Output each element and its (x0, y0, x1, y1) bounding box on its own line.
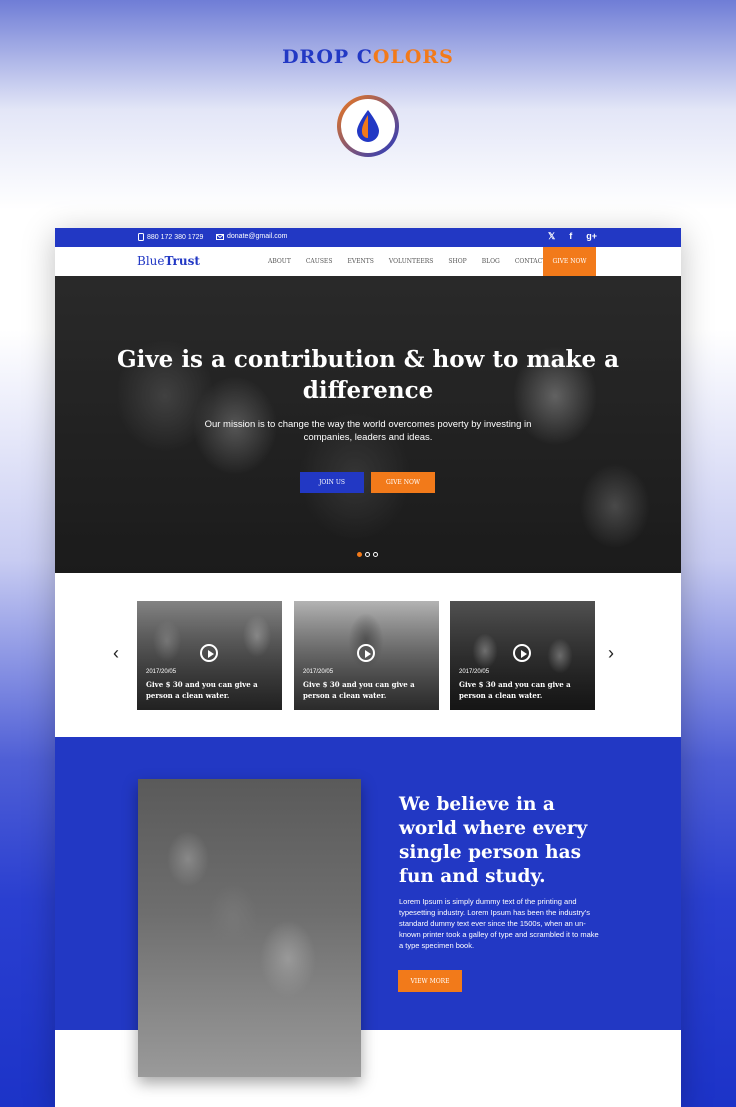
logo-bold: Trust (164, 254, 200, 268)
play-icon[interactable] (200, 644, 218, 662)
site-logo[interactable]: BlueTrust (137, 254, 200, 268)
nav-item-blog[interactable]: BLOG (482, 258, 500, 265)
video-date: 2017/20/05 (459, 669, 490, 675)
title-part-olors: OLORS (372, 46, 454, 68)
social-links: 𝕏 f g+ (548, 231, 597, 242)
slider-dots (357, 552, 378, 557)
slider-dot-2[interactable] (365, 552, 370, 557)
top-bar: 880 172 380 1729 donate@gmail.com 𝕏 f g+ (55, 228, 681, 247)
nav-item-shop[interactable]: SHOP (448, 258, 466, 265)
water-drop-logo-icon (337, 95, 399, 157)
phone-number: 880 172 380 1729 (147, 233, 204, 241)
hero-give-now-button[interactable]: GIVE NOW (371, 472, 435, 493)
video-caption: Give $ 30 and you can give a person a cl… (303, 680, 415, 700)
video-caption: Give $ 30 and you can give a person a cl… (459, 680, 571, 700)
play-icon[interactable] (513, 644, 531, 662)
video-card[interactable]: 2017/20/05 Give $ 30 and you can give a … (137, 601, 282, 710)
nav-item-about[interactable]: ABOUT (268, 258, 291, 265)
twitter-icon[interactable]: 𝕏 (548, 231, 555, 242)
hero-title: Give is a contribution & how to make a d… (116, 346, 620, 404)
hero-subtitle: Our mission is to change the way the wor… (204, 419, 532, 443)
slider-dot-3[interactable] (373, 552, 378, 557)
nav-item-causes[interactable]: CAUSES (306, 258, 333, 265)
chevron-right-icon[interactable]: › (608, 643, 614, 664)
play-icon[interactable] (357, 644, 375, 662)
video-card[interactable]: 2017/20/05 Give $ 30 and you can give a … (294, 601, 439, 710)
nav-item-volunteers[interactable]: VOLUNTEERS (389, 258, 434, 265)
title-part-drop-c: DROP C (282, 46, 373, 68)
main-navigation: BlueTrust ABOUT CAUSES EVENTS VOLUNTEERS… (55, 247, 681, 277)
about-body: Lorem Ipsum is simply dummy text of the … (399, 897, 599, 950)
logo-regular: Blue (137, 254, 165, 268)
chevron-left-icon[interactable]: ‹ (113, 643, 119, 664)
email-address: donate@gmail.com (227, 233, 288, 240)
nav-menu: ABOUT CAUSES EVENTS VOLUNTEERS SHOP BLOG… (268, 258, 546, 265)
google-plus-icon[interactable]: g+ (586, 231, 597, 242)
hero-banner: Give is a contribution & how to make a d… (55, 276, 681, 573)
facebook-icon[interactable]: f (569, 231, 572, 242)
phone-icon (138, 233, 144, 241)
mail-icon (216, 233, 224, 240)
join-us-button[interactable]: JOIN US (300, 472, 364, 493)
nav-give-now-button[interactable]: GIVE NOW (543, 247, 596, 276)
video-date: 2017/20/05 (146, 669, 177, 675)
slider-dot-1[interactable] (357, 552, 362, 557)
website-mockup: 880 172 380 1729 donate@gmail.com 𝕏 f g+… (55, 228, 681, 1107)
video-date: 2017/20/05 (303, 669, 334, 675)
nav-item-contact[interactable]: CONTACT (515, 258, 546, 265)
children-running-photo (138, 779, 361, 1077)
video-caption: Give $ 30 and you can give a person a cl… (146, 680, 258, 700)
video-card[interactable]: 2017/20/05 Give $ 30 and you can give a … (450, 601, 595, 710)
phone-contact[interactable]: 880 172 380 1729 (138, 233, 203, 241)
video-carousel: ‹ 2017/20/05 Give $ 30 and you can give … (55, 573, 681, 737)
view-more-button[interactable]: VIEW MORE (398, 970, 462, 992)
about-title: We believe in a world where every single… (399, 794, 588, 887)
showcase-title: DROP COLORS (0, 46, 736, 68)
hero-buttons: JOIN US GIVE NOW (300, 472, 435, 493)
email-contact[interactable]: donate@gmail.com (216, 233, 287, 240)
nav-item-events[interactable]: EVENTS (347, 258, 373, 265)
